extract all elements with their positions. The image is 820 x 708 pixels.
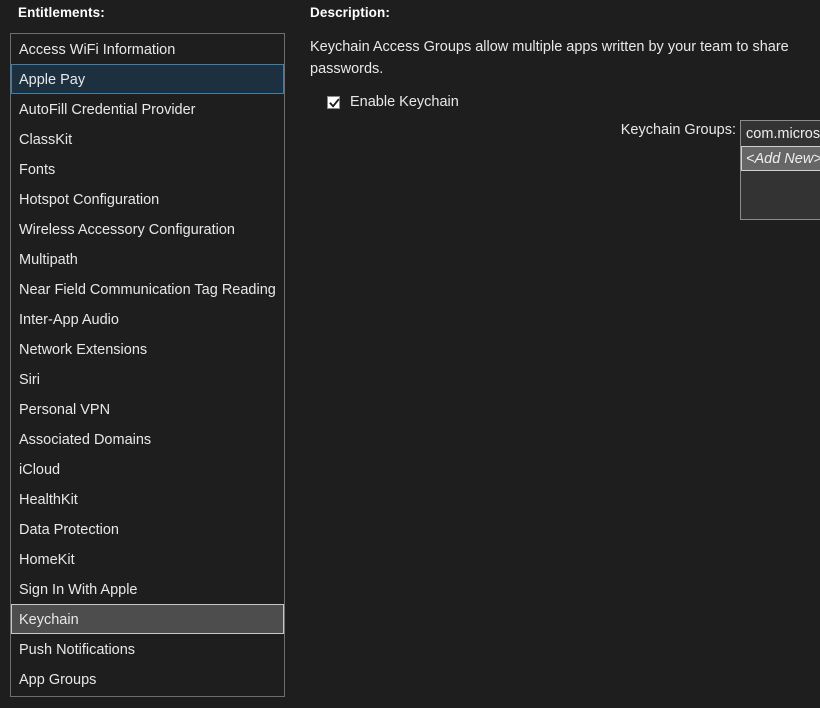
entitlement-row[interactable]: Multipath [11,244,284,274]
enable-keychain-checkbox-row[interactable]: Enable Keychain [327,92,459,112]
enable-keychain-checkbox[interactable] [327,96,340,109]
entitlement-row-label: Push Notifications [19,642,135,658]
entitlement-row[interactable]: Keychain [11,604,284,634]
entitlement-row-label: Siri [19,372,40,388]
entitlement-row-label: Associated Domains [19,432,151,448]
entitlement-row-label: Near Field Communication Tag Reading [19,282,276,298]
entitlement-row[interactable]: ClassKit [11,124,284,154]
entitlement-row-label: Personal VPN [19,402,110,418]
entitlement-row[interactable]: Push Notifications [11,634,284,664]
keychain-group-row[interactable]: com.microsoft.adalcache [741,121,820,146]
entitlements-listbox[interactable]: Access WiFi Information Apple Pay AutoFill… [10,33,285,697]
entitlement-row[interactable]: Access WiFi Information [11,34,284,64]
entitlement-row[interactable]: Apple Pay [11,64,284,94]
entitlement-row-label: Hotspot Configuration [19,192,159,208]
entitlement-row[interactable]: AutoFill Credential Provider [11,94,284,124]
entitlement-row[interactable]: Associated Domains [11,424,284,454]
entitlement-row-label: Network Extensions [19,342,147,358]
keychain-group-row-label: <Add New> [746,151,820,167]
entitlement-row-label: Sign In With Apple [19,582,138,598]
entitlement-row[interactable]: Wireless Accessory Configuration [11,214,284,244]
entitlement-row[interactable]: Fonts [11,154,284,184]
description-heading: Description: [310,5,390,20]
entitlement-row-label: HealthKit [19,492,78,508]
keychain-group-row-label: com.microsoft.adalcache [746,126,820,142]
keychain-group-row[interactable]: <Add New> [741,146,820,171]
entitlements-heading: Entitlements: [18,5,105,20]
entitlement-row[interactable]: Hotspot Configuration [11,184,284,214]
entitlement-row-label: App Groups [19,672,96,688]
entitlement-row[interactable]: HomeKit [11,544,284,574]
description-body-text: Keychain Access Groups allow multiple ap… [310,36,810,80]
entitlement-row-label: Fonts [19,162,55,178]
entitlement-row-label: ClassKit [19,132,72,148]
entitlement-row-label: iCloud [19,462,60,478]
entitlement-row-label: HomeKit [19,552,75,568]
entitlement-row-label: Inter-App Audio [19,312,119,328]
entitlement-row[interactable]: Siri [11,364,284,394]
entitlement-row[interactable]: Sign In With Apple [11,574,284,604]
entitlement-row-label: Data Protection [19,522,119,538]
entitlement-row[interactable]: App Groups [11,664,284,694]
description-pane: Description: Keychain Access Groups allo… [300,0,820,708]
entitlement-row[interactable]: iCloud [11,454,284,484]
entitlement-row[interactable]: Network Extensions [11,334,284,364]
entitlement-row-label: Apple Pay [19,72,85,88]
entitlements-pane: Entitlements: Access WiFi Information App… [0,0,300,708]
entitlement-row[interactable]: Inter-App Audio [11,304,284,334]
entitlement-row-label: AutoFill Credential Provider [19,102,196,118]
entitlement-row[interactable]: Personal VPN [11,394,284,424]
enable-keychain-label: Enable Keychain [350,95,459,109]
entitlement-row[interactable]: Near Field Communication Tag Reading [11,274,284,304]
keychain-groups-label: Keychain Groups: [620,122,736,138]
entitlement-row-label: Wireless Accessory Configuration [19,222,235,238]
checkmark-icon [329,98,340,109]
entitlement-row[interactable]: Data Protection [11,514,284,544]
entitlement-row-label: Multipath [19,252,78,268]
keychain-groups-listbox[interactable]: com.microsoft.adalcache <Add New> [740,120,820,220]
entitlement-row-label: Access WiFi Information [19,42,175,58]
entitlement-row-label: Keychain [19,612,79,628]
entitlement-row[interactable]: HealthKit [11,484,284,514]
